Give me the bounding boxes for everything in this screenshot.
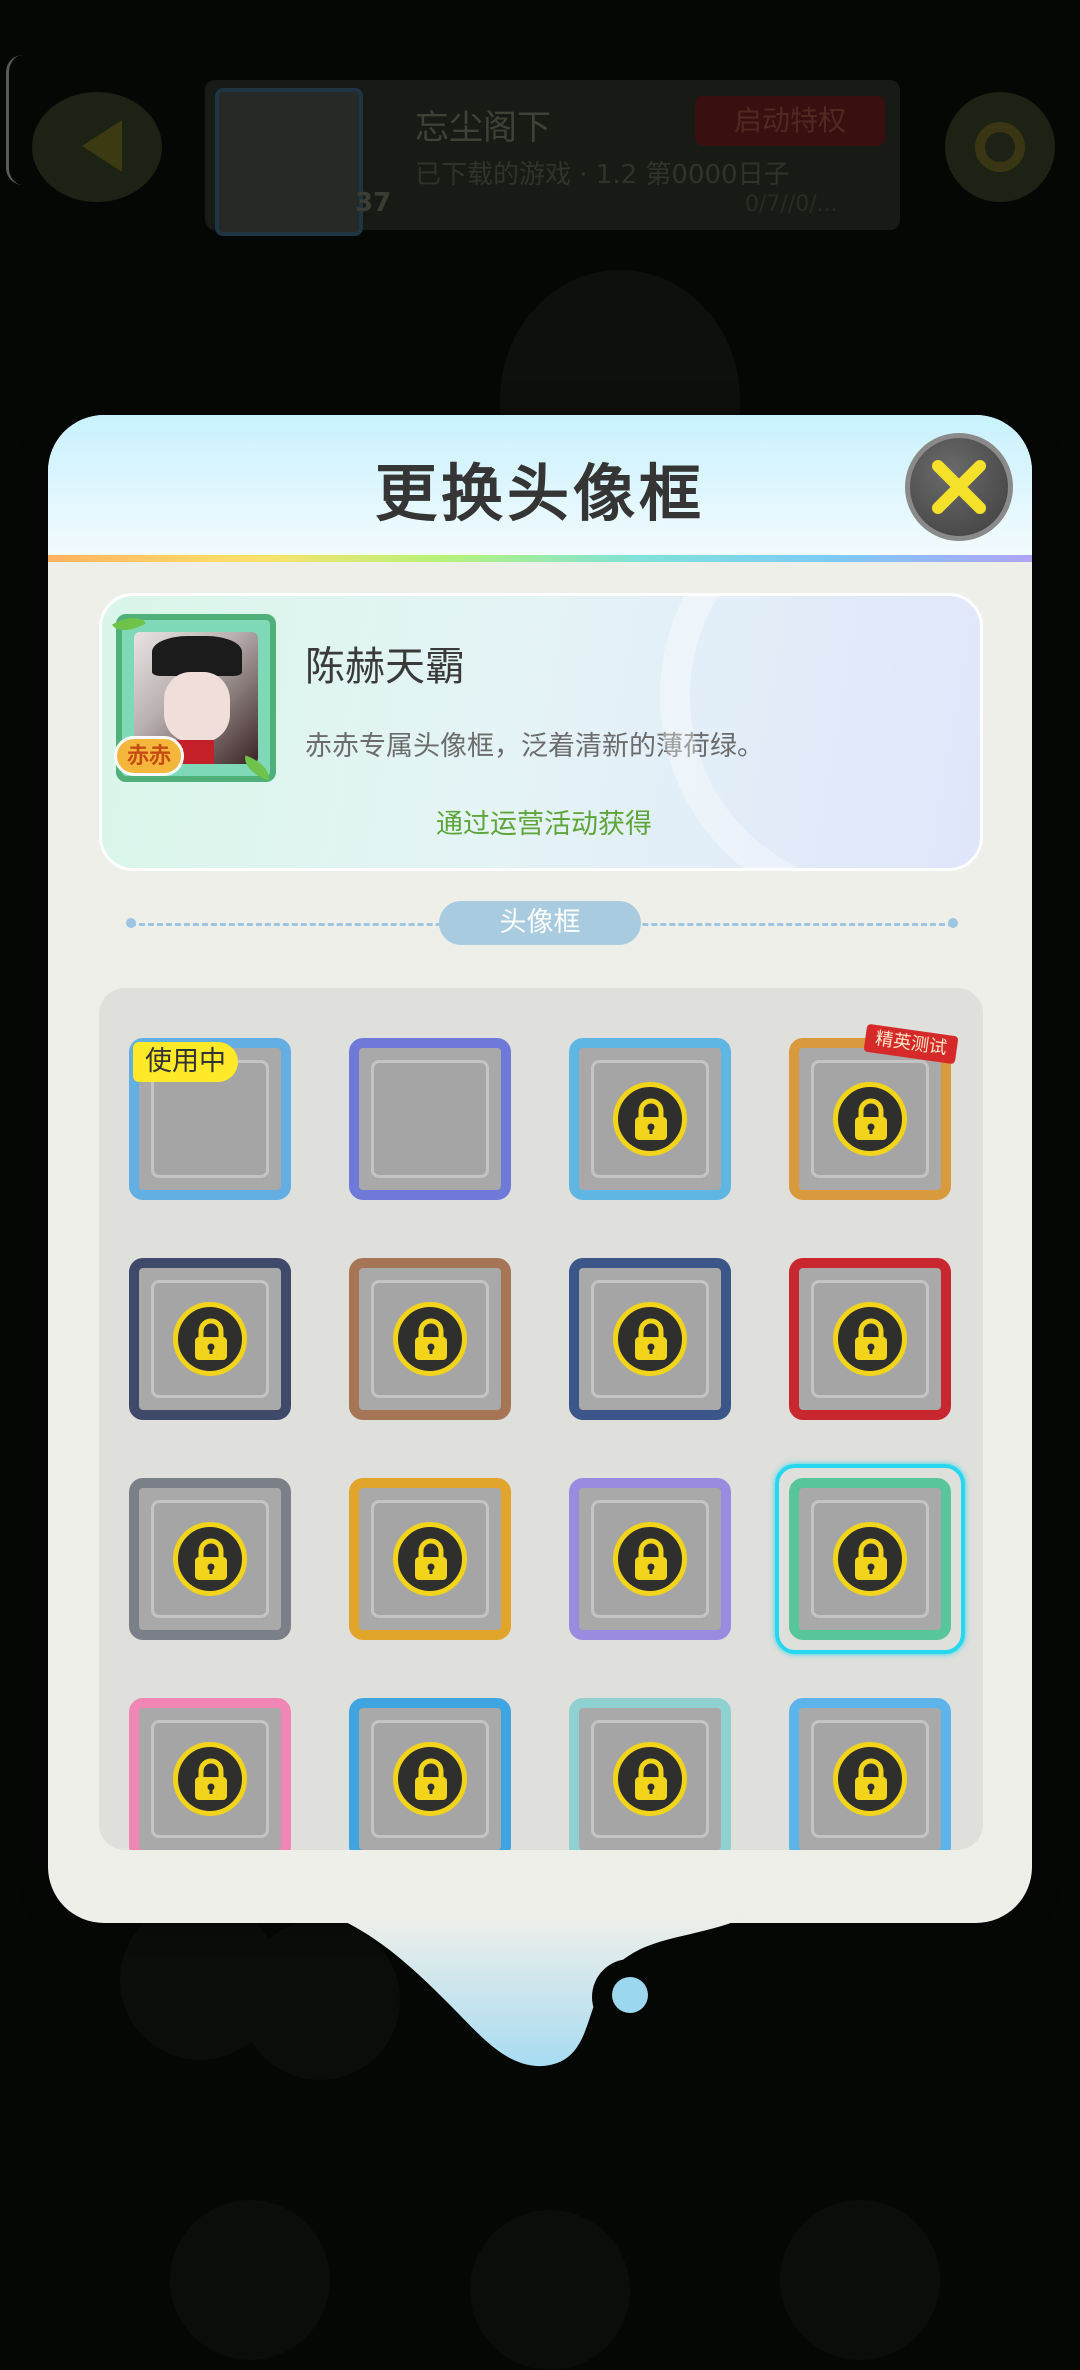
lock-icon	[833, 1082, 907, 1156]
profile-banner[interactable]: 37 忘尘阁下 启动特权 已下载的游戏 · 1.2 第0000日子 0/7//0…	[205, 80, 900, 236]
in-use-badge: 使用中	[133, 1042, 238, 1082]
avatar-frame-tile[interactable]	[349, 1698, 511, 1850]
avatar	[215, 88, 363, 236]
player-name: 忘尘阁下	[415, 108, 551, 148]
dialog-title: 更换头像框	[374, 457, 705, 530]
frame-info-card: 赤赤 陈赫天霸 赤赤专属头像框，泛着清新的薄荷绿。 通过运营活动获得	[99, 593, 983, 871]
frame-inner	[371, 1060, 489, 1178]
avatar-frame-tile[interactable]	[569, 1038, 731, 1200]
avatar-frame-tile[interactable]	[789, 1258, 951, 1420]
lock-icon	[833, 1742, 907, 1816]
avatar-frame-tile[interactable]	[775, 1464, 965, 1654]
frame-source: 通过运营活动获得	[436, 809, 652, 840]
lock-icon	[613, 1082, 687, 1156]
avatar-frame-tile[interactable]	[129, 1478, 291, 1640]
frame-border	[349, 1038, 511, 1200]
dialog-header: 更换头像框	[48, 415, 1032, 555]
screen-edge	[6, 55, 23, 185]
avatar-frame-tile[interactable]	[349, 1478, 511, 1640]
frame-grid: 使用中 精英测试	[99, 988, 983, 1850]
avatar-frame-tile[interactable]	[129, 1698, 291, 1850]
lock-icon	[173, 1522, 247, 1596]
back-arrow-icon	[82, 120, 122, 172]
lock-icon	[833, 1522, 907, 1596]
avatar-frame-tile[interactable]: 精英测试	[789, 1023, 959, 1200]
lock-icon	[173, 1742, 247, 1816]
lock-icon	[393, 1742, 467, 1816]
lock-icon	[393, 1302, 467, 1376]
profile-subtitle-2: 0/7//0/...	[745, 192, 838, 217]
avatar-frame-tile[interactable]	[789, 1698, 951, 1850]
section-label: 头像框	[439, 901, 641, 945]
chichi-badge: 赤赤	[114, 736, 184, 776]
lock-icon	[393, 1522, 467, 1596]
close-button[interactable]	[905, 433, 1013, 541]
lock-icon	[613, 1522, 687, 1596]
avatar-frame-tile[interactable]	[129, 1258, 291, 1420]
avatar-frame-tile[interactable]	[349, 1258, 511, 1420]
settings-gear-icon[interactable]	[945, 92, 1055, 202]
back-button[interactable]	[32, 92, 162, 202]
close-icon	[932, 460, 986, 514]
avatar-frame-tile[interactable]: 使用中	[129, 1038, 291, 1200]
divider-dot	[126, 918, 136, 928]
lock-icon	[173, 1302, 247, 1376]
frame-description: 赤赤专属头像框，泛着清新的薄荷绿。	[305, 731, 764, 762]
privilege-button[interactable]: 启动特权	[695, 96, 885, 146]
profile-subtitle: 已下载的游戏 · 1.2 第0000日子	[415, 160, 790, 190]
lock-icon	[613, 1742, 687, 1816]
avatar-frame-tile[interactable]	[569, 1698, 731, 1850]
lock-icon	[833, 1302, 907, 1376]
avatar-frame-tile[interactable]	[349, 1038, 511, 1200]
avatar-frame-tile[interactable]	[569, 1258, 731, 1420]
frame-name: 陈赫天霸	[305, 644, 465, 690]
dialog-tail-decor	[330, 1915, 750, 2067]
divider-dot	[948, 918, 958, 928]
avatar-frame-tile[interactable]	[569, 1478, 731, 1640]
change-frame-dialog: 更换头像框 赤赤 陈赫天霸 赤赤专属头像框，泛着清新的薄荷绿。 通过运营活动获得…	[48, 415, 1032, 1923]
lock-icon	[613, 1302, 687, 1376]
header-divider	[48, 555, 1032, 562]
level-badge: 37	[355, 188, 392, 218]
